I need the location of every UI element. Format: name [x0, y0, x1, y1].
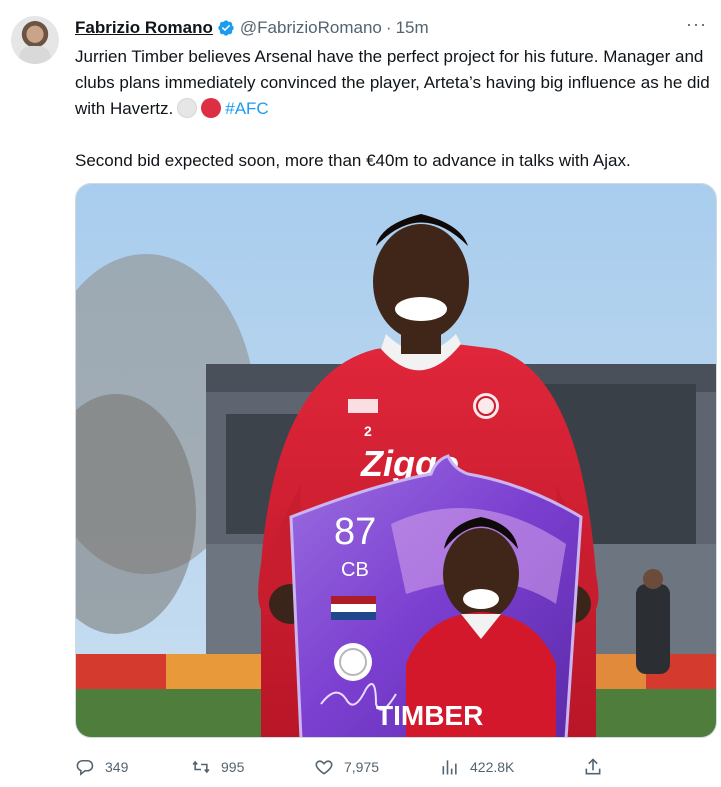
tweet-photo[interactable]: Ziggo 2 87 CB TIMBER — [75, 183, 717, 738]
hashtag-link[interactable]: #AFC — [225, 99, 268, 118]
reply-button[interactable]: 349 — [75, 752, 128, 782]
shirt-number-text: 2 — [364, 423, 372, 439]
like-count: 7,975 — [344, 759, 380, 775]
retweet-icon — [192, 760, 210, 774]
tweet-body-line1: Jurrien Timber believes Arsenal have the… — [75, 47, 710, 118]
card-rating-text: 87 — [334, 511, 376, 553]
more-options-icon[interactable]: ··· — [686, 14, 707, 35]
retweet-button[interactable]: 995 — [191, 752, 244, 782]
author-handle[interactable]: @FabrizioRomano — [240, 18, 382, 38]
red-circle-emoji-icon — [201, 98, 222, 118]
avatar[interactable] — [11, 16, 59, 64]
reply-icon — [76, 759, 94, 776]
share-button[interactable] — [583, 752, 613, 782]
verified-badge-icon — [217, 19, 235, 37]
ajax-badge-icon — [334, 643, 372, 681]
retweet-count: 995 — [221, 759, 245, 775]
reply-count: 349 — [105, 759, 129, 775]
card-name-text: TIMBER — [376, 700, 483, 731]
analytics-icon — [442, 760, 457, 775]
card-position-text: CB — [341, 559, 369, 581]
like-button[interactable]: 7,975 — [314, 752, 379, 782]
tweet-text: Jurrien Timber believes Arsenal have the… — [75, 44, 715, 174]
netherlands-flag-icon — [331, 596, 376, 620]
separator-dot: · — [385, 18, 392, 37]
tweet-actions: 349 995 7,975 422.8K — [75, 752, 615, 782]
author-name[interactable]: Fabrizio Romano — [75, 18, 213, 38]
tweet-body-line2: Second bid expected soon, more than €40m… — [75, 151, 631, 170]
tweet-header: Fabrizio Romano @FabrizioRomano · 15m — [75, 16, 429, 40]
timestamp[interactable]: 15m — [396, 18, 429, 38]
views-button[interactable]: 422.8K — [440, 752, 514, 782]
heart-icon — [315, 760, 333, 775]
tweet[interactable]: Fabrizio Romano @FabrizioRomano · 15m ··… — [0, 0, 721, 787]
white-circle-emoji-icon — [177, 98, 198, 118]
share-icon — [585, 758, 601, 775]
view-count: 422.8K — [470, 759, 515, 775]
